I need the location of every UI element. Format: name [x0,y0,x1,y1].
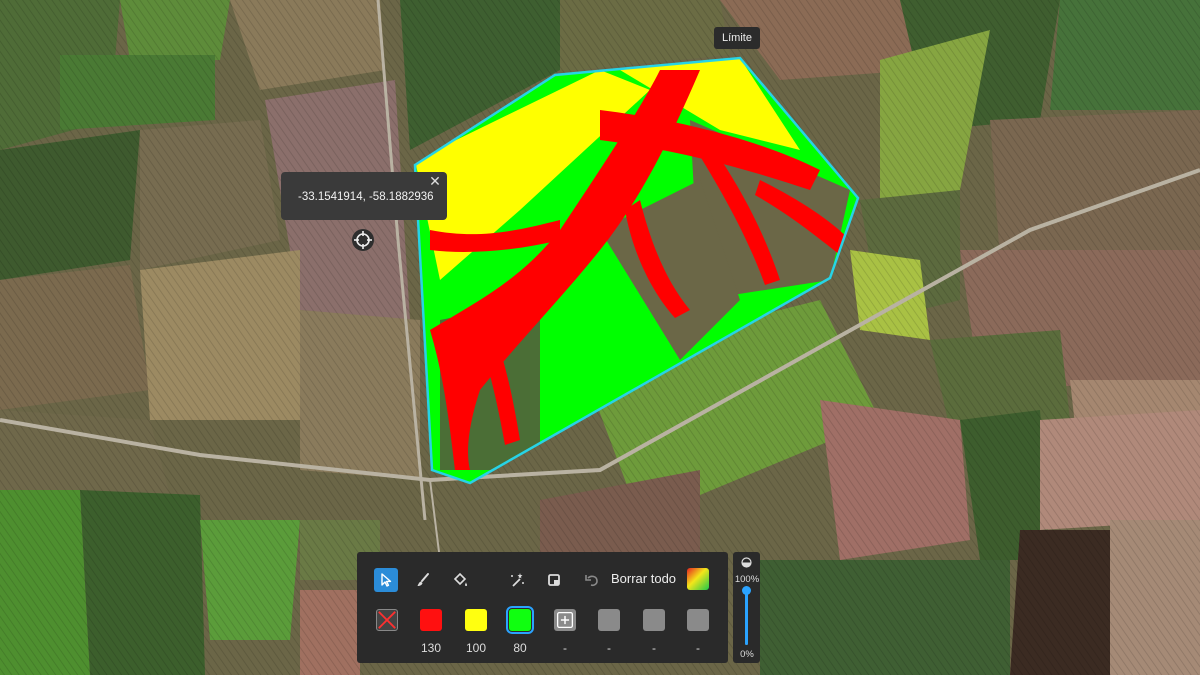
gradient-icon[interactable] [687,568,709,590]
zone-value: 130 [420,641,442,655]
zone-swatch-empty[interactable] [687,609,709,631]
add-zone-icon[interactable] [554,609,576,631]
magic-wand-tool-button[interactable] [505,568,529,592]
zone-swatch-green[interactable] [506,606,534,634]
brush-tool-button[interactable] [411,568,435,592]
close-icon[interactable]: ✕ [427,173,443,189]
brush-icon [417,573,429,586]
opacity-slider-thumb[interactable] [742,586,751,595]
paint-bucket-icon [453,572,468,587]
select-tool-button[interactable] [374,568,398,592]
magic-wand-icon [511,573,524,587]
crop-tool-button[interactable] [542,568,566,592]
zone-value: - [607,641,611,655]
opacity-min-label: 0% [740,649,754,660]
zone-swatch-red[interactable] [420,609,442,631]
zone-value: 80 [513,641,527,655]
cursor-icon [381,573,392,587]
opacity-icon [741,557,752,568]
zone-swatch-empty[interactable] [643,609,665,631]
zone-swatch-yellow[interactable] [465,609,487,631]
opacity-slider[interactable] [745,590,748,645]
undo-icon [585,575,598,587]
coordinate-text: -33.1541914, -58.1882936 [298,191,434,203]
no-fill-icon[interactable] [376,609,398,631]
clear-all-button[interactable]: Borrar todo [611,571,676,587]
opacity-max-label: 100% [734,574,760,585]
zone-swatch-empty[interactable] [598,609,620,631]
coordinate-popup: -33.1541914, -58.1882936 ✕ [281,172,447,220]
zone-value: - [563,641,567,655]
fill-tool-button[interactable] [448,568,472,592]
undo-tool-button[interactable] [580,568,604,592]
zone-value: - [696,641,700,655]
zone-value: - [652,641,656,655]
crosshair-icon[interactable] [351,228,375,252]
zone-value: 100 [465,641,487,655]
crop-icon [548,574,560,586]
boundary-tooltip: Límite [714,27,760,49]
